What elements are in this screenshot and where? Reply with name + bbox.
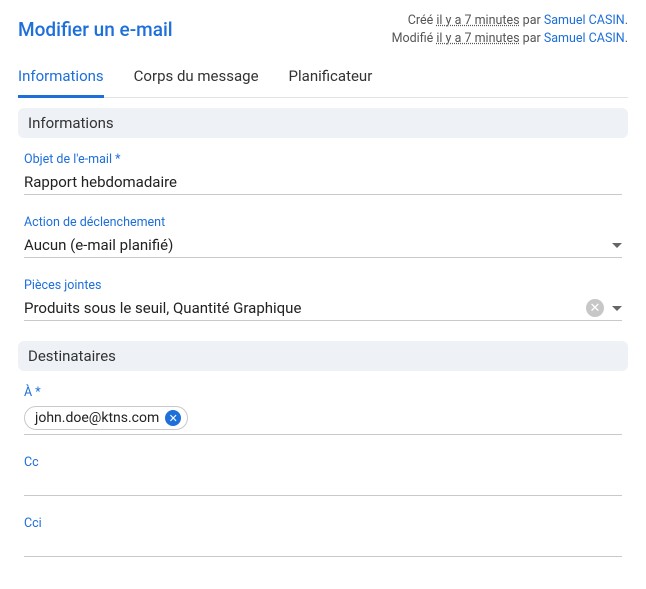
bcc-label: Cci: [24, 516, 622, 531]
modified-prefix: Modifié: [392, 31, 437, 46]
recipient-chip-label: john.doe@ktns.com: [35, 410, 159, 426]
trigger-label: Action de déclenchement: [24, 215, 622, 230]
subject-input-line[interactable]: [24, 169, 622, 195]
cc-input-line[interactable]: [24, 472, 622, 496]
attachments-label: Pièces jointes: [24, 278, 622, 293]
created-prefix: Créé: [408, 13, 437, 28]
attachments-select[interactable]: Produits sous le seuil, Quantité Graphiq…: [24, 295, 622, 321]
attachments-value: Produits sous le seuil, Quantité Graphiq…: [24, 299, 578, 317]
subject-label: Objet de l'e-mail *: [24, 152, 622, 167]
created-time: il y a 7 minutes: [436, 13, 519, 28]
created-user-link[interactable]: Samuel CASIN: [544, 13, 625, 28]
close-icon[interactable]: ✕: [165, 410, 181, 426]
page-title: Modifier un e-mail: [18, 18, 173, 41]
recipient-chip: john.doe@ktns.com ✕: [24, 406, 188, 430]
tab-body[interactable]: Corps du message: [134, 61, 259, 98]
cc-label: Cc: [24, 455, 622, 470]
bcc-input-line[interactable]: [24, 533, 622, 557]
meta-block: Créé il y a 7 minutes par Samuel CASIN. …: [392, 12, 628, 47]
modified-time: il y a 7 minutes: [436, 31, 519, 46]
subject-input[interactable]: [24, 173, 622, 191]
tab-informations[interactable]: Informations: [18, 61, 104, 98]
tabs: Informations Corps du message Planificat…: [18, 61, 628, 98]
modified-period: .: [625, 31, 628, 46]
trigger-value: Aucun (e-mail planifié): [24, 236, 604, 254]
modified-user-link[interactable]: Samuel CASIN: [544, 31, 625, 46]
to-label: À *: [24, 385, 622, 400]
chevron-down-icon: [612, 243, 622, 248]
section-header-recipients: Destinataires: [18, 341, 628, 371]
chevron-down-icon: [612, 306, 622, 311]
trigger-select[interactable]: Aucun (e-mail planifié): [24, 232, 622, 258]
modified-by-word: par: [523, 31, 544, 46]
section-header-informations: Informations: [18, 108, 628, 138]
to-input-line[interactable]: john.doe@ktns.com ✕: [24, 402, 622, 435]
tab-scheduler[interactable]: Planificateur: [289, 61, 373, 98]
created-period: .: [625, 13, 628, 28]
clear-icon[interactable]: ✕: [586, 299, 604, 317]
created-by-word: par: [523, 13, 544, 28]
